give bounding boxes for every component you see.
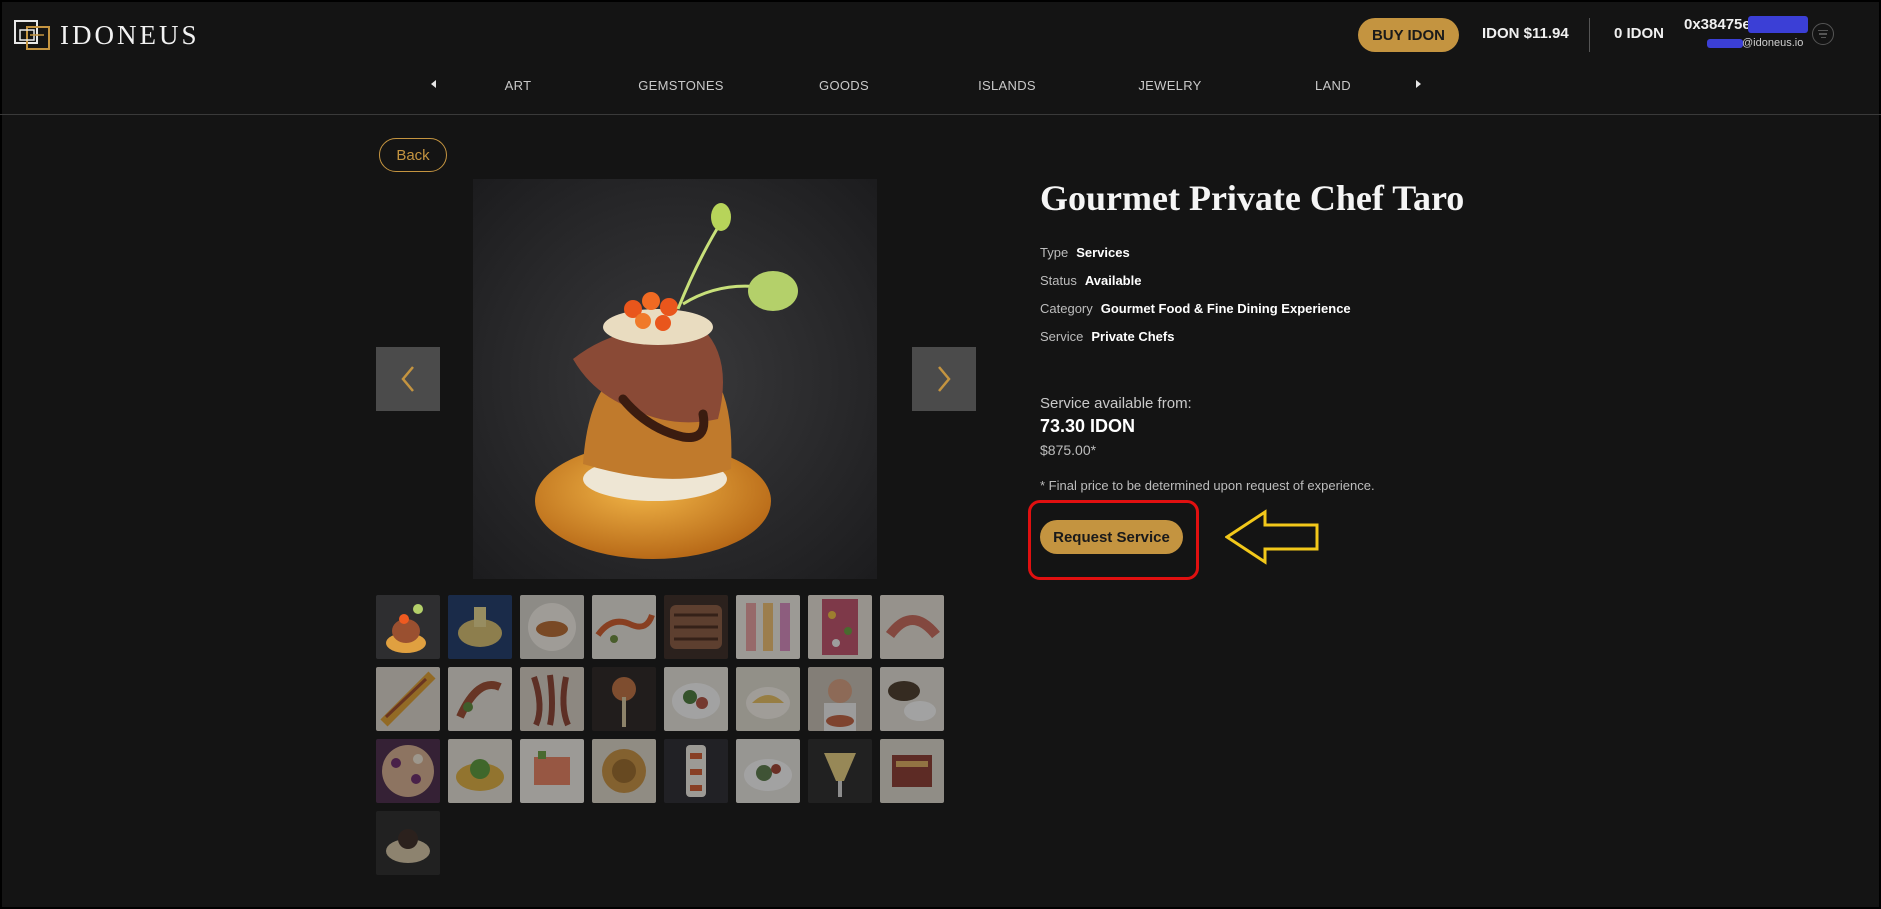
nav-item-goods[interactable]: GOODS — [819, 78, 869, 93]
meta-service-label: Service — [1040, 329, 1084, 344]
idon-balance: 0 IDON — [1614, 25, 1665, 42]
thumbnail[interactable] — [376, 595, 440, 659]
thumbnail[interactable] — [664, 595, 728, 659]
thumbnail[interactable] — [376, 667, 440, 731]
back-button[interactable]: Back — [379, 138, 447, 172]
meta-type: Type Services — [1040, 245, 1130, 260]
thumbnail[interactable] — [736, 739, 800, 803]
meta-category: Category Gourmet Food & Fine Dining Exper… — [1040, 301, 1351, 316]
meta-category-value: Gourmet Food & Fine Dining Experience — [1100, 301, 1351, 316]
thumbnail[interactable] — [664, 667, 728, 731]
price-usd: $875.00* — [1040, 442, 1097, 458]
meta-status: Status Available — [1040, 273, 1141, 288]
chevron-right-icon — [938, 366, 951, 392]
nav-item-art[interactable]: ART — [505, 78, 532, 93]
meta-type-label: Type — [1040, 245, 1069, 260]
redaction-mark — [1748, 16, 1808, 33]
thumbnail[interactable] — [880, 595, 944, 659]
product-title: Gourmet Private Chef Taro — [1040, 178, 1465, 218]
wallet-email: @idoneus.io — [1742, 37, 1804, 49]
thumbnail[interactable] — [880, 667, 944, 731]
thumbnail[interactable] — [520, 595, 584, 659]
chevron-left-icon — [401, 366, 414, 392]
meta-service: Service Private Chefs — [1040, 329, 1174, 344]
thumbnail[interactable] — [592, 595, 656, 659]
thumbnail[interactable] — [736, 595, 800, 659]
pointer-arrow-icon — [1225, 509, 1319, 565]
meta-service-value: Private Chefs — [1091, 329, 1175, 344]
thumbnail[interactable] — [808, 595, 872, 659]
meta-category-label: Category — [1040, 301, 1093, 316]
gallery-next-button[interactable] — [912, 347, 976, 411]
nav-item-jewelry[interactable]: JEWELRY — [1138, 78, 1201, 93]
thumbnail[interactable] — [520, 739, 584, 803]
available-from-label: Service available from: — [1040, 395, 1192, 412]
main-product-image — [473, 179, 877, 579]
meta-type-value: Services — [1076, 245, 1130, 260]
thumbnail[interactable] — [448, 739, 512, 803]
nav-item-islands[interactable]: ISLANDS — [978, 78, 1036, 93]
wallet-address: 0x38475e. — [1684, 16, 1755, 33]
category-nav: ART GEMSTONES GOODS ISLANDS JEWELRY LAND — [0, 76, 1881, 98]
price-idon: 73.30 IDON — [1040, 416, 1136, 436]
thumbnail[interactable] — [448, 667, 512, 731]
buy-idon-button[interactable]: BUY IDON — [1358, 18, 1459, 52]
idon-price: IDON $11.94 — [1482, 25, 1569, 42]
thumbnail[interactable] — [880, 739, 944, 803]
meta-status-value: Available — [1084, 273, 1142, 288]
thumbnail-grid — [376, 595, 946, 875]
request-service-button[interactable]: Request Service — [1040, 520, 1183, 554]
thumbnail[interactable] — [808, 739, 872, 803]
header-divider — [1589, 18, 1590, 52]
meta-status-label: Status — [1040, 273, 1077, 288]
thumbnail[interactable] — [520, 667, 584, 731]
thumbnail[interactable] — [592, 739, 656, 803]
logo-icon — [14, 16, 52, 54]
nav-next-icon[interactable] — [1416, 80, 1421, 88]
redaction-mark — [1707, 39, 1743, 48]
thumbnail[interactable] — [448, 595, 512, 659]
thumbnail[interactable] — [664, 739, 728, 803]
thumbnail[interactable] — [376, 739, 440, 803]
thumbnail[interactable] — [592, 667, 656, 731]
price-note: * Final price to be determined upon requ… — [1040, 478, 1375, 493]
nav-item-gemstones[interactable]: GEMSTONES — [638, 78, 724, 93]
thumbnail[interactable] — [736, 667, 800, 731]
top-header: IDONEUS BUY IDON IDON $11.94 0 IDON 0x38… — [0, 0, 1881, 115]
thumbnail[interactable] — [808, 667, 872, 731]
logo[interactable]: IDONEUS — [14, 16, 200, 54]
logo-text: IDONEUS — [60, 19, 200, 50]
gallery-prev-button[interactable] — [376, 347, 440, 411]
nav-prev-icon[interactable] — [431, 80, 436, 88]
thumbnail[interactable] — [376, 811, 440, 875]
account-menu-icon[interactable] — [1812, 23, 1834, 45]
nav-item-land[interactable]: LAND — [1315, 78, 1351, 93]
